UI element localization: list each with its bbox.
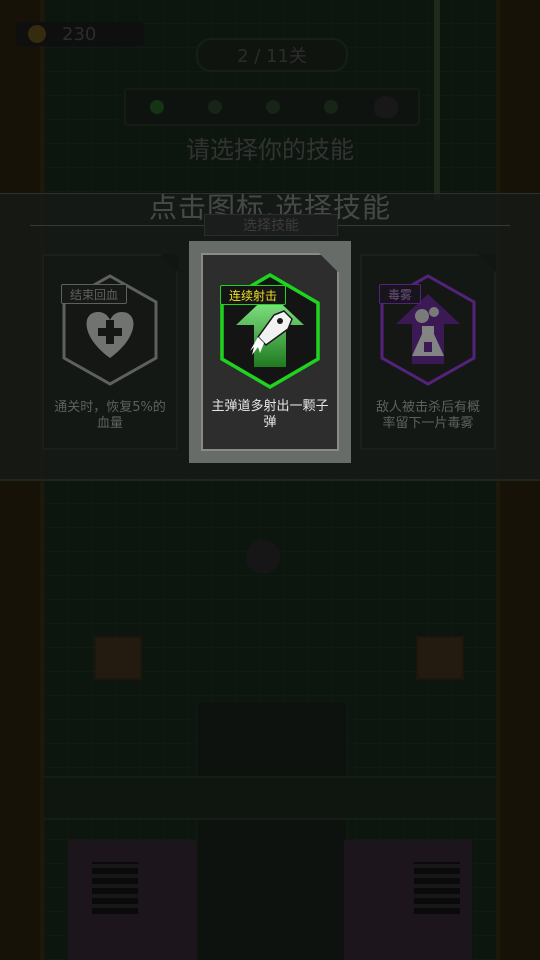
skill-description: 通关时，恢复5%的血量: [54, 400, 166, 431]
card-corner: [160, 254, 178, 272]
skill-description: 敌人被击杀后有概率留下一片毒雾: [375, 400, 480, 431]
skill-card-poison[interactable]: 毒雾 敌人被击杀后有概率留下一片毒雾: [360, 254, 496, 450]
card-corner: [478, 254, 496, 272]
skill-card-heal[interactable]: 结束回血 通关时，恢复5%的血量: [42, 254, 178, 450]
skill-card-multishot[interactable]: 连续射击 主弹道多射出一颗子弹: [201, 253, 339, 451]
card-corner: [319, 253, 339, 273]
skill-name: 连续射击: [220, 285, 287, 305]
skill-name: 毒雾: [379, 284, 422, 304]
panel-tab: 选择技能: [204, 214, 338, 236]
skill-name: 结束回血: [61, 284, 128, 304]
skill-description: 主弹道多射出一颗子弹: [211, 399, 329, 430]
